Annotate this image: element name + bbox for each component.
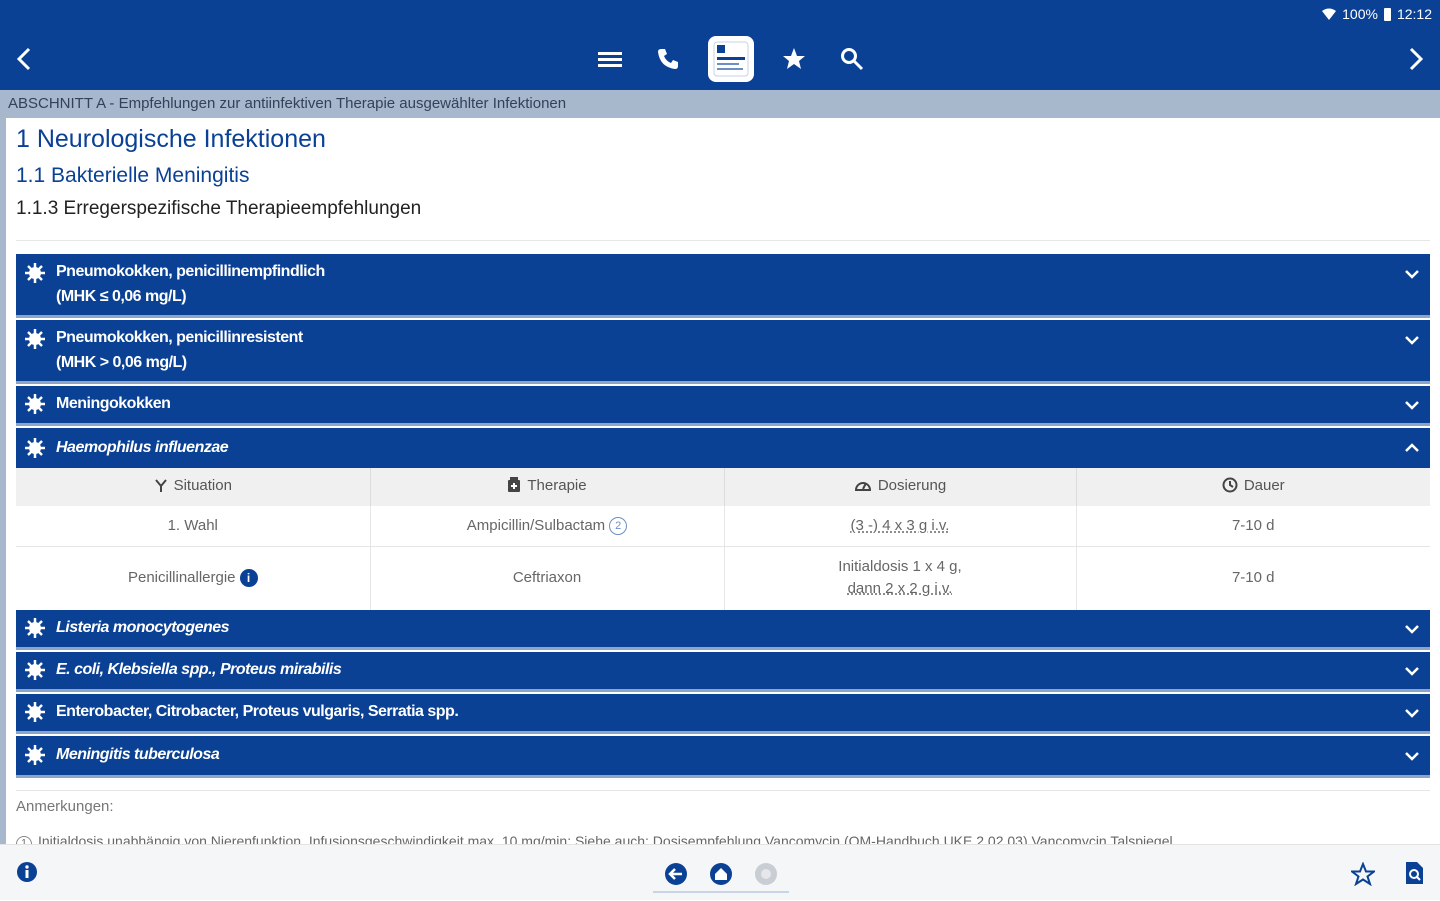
- chevron-down-icon: [1405, 270, 1419, 279]
- accordion-pneumokokken-resistent[interactable]: Pneumokokken, penicillinresistent (MHK >…: [16, 320, 1430, 384]
- app-bar: [0, 28, 1440, 90]
- cell-therapie: Ampicillin/Sulbactam 2: [370, 506, 725, 547]
- medicine-icon: [508, 477, 521, 493]
- clock-icon: [1222, 477, 1238, 493]
- bacteria-icon: [25, 745, 45, 765]
- book-icon[interactable]: [708, 36, 754, 82]
- page-navigator: [653, 845, 789, 901]
- note-number: 1: [16, 835, 32, 844]
- app-bar-actions: [592, 34, 870, 84]
- table-row: Penicillinallergie i Ceftriaxon Initialdo…: [16, 546, 1430, 611]
- accordion-label: Pneumokokken, penicillinempfindlich: [56, 263, 325, 280]
- pager-underline: [653, 891, 789, 893]
- pager-home-icon[interactable]: [709, 862, 733, 886]
- battery-icon: [1383, 7, 1391, 21]
- bacteria-icon: [25, 618, 45, 638]
- pager-prev-icon[interactable]: [664, 862, 688, 886]
- clock: 12:12: [1396, 6, 1432, 22]
- info-icon[interactable]: [16, 861, 38, 883]
- cell-therapie: Ceftriaxon: [370, 546, 725, 611]
- accordion-sublabel: (MHK > 0,06 mg/L): [56, 354, 187, 371]
- accordion-enterobacter[interactable]: Enterobacter, Citrobacter, Proteus vulga…: [16, 694, 1430, 734]
- document-search-icon[interactable]: [1403, 861, 1425, 885]
- cell-dosierung: (3 -) 4 x 3 g i.v.: [724, 506, 1077, 547]
- subchapter-title: 1.1 Bakterielle Meningitis: [16, 164, 250, 187]
- chevron-down-icon: [1405, 625, 1419, 634]
- phone-icon[interactable]: [650, 41, 686, 77]
- accordion-label: Enterobacter, Citrobacter, Proteus vulga…: [56, 703, 459, 720]
- chevron-down-icon: [1405, 709, 1419, 718]
- bacteria-icon: [25, 394, 45, 414]
- back-arrow-icon[interactable]: [10, 44, 40, 74]
- section-title: 1.1.3 Erregerspezifische Therapieempfehl…: [16, 198, 422, 219]
- chevron-down-icon: [1405, 336, 1419, 345]
- forward-arrow-icon[interactable]: [1400, 44, 1430, 74]
- note-text: Initialdosis unabhängig von Nierenfunkti…: [38, 833, 1173, 844]
- accordion-label: Listeria monocytogenes: [56, 619, 230, 636]
- chevron-up-icon: [1405, 443, 1419, 452]
- header-situation: Situation: [16, 468, 371, 506]
- branch-icon: [154, 479, 167, 492]
- search-icon[interactable]: [834, 41, 870, 77]
- chevron-down-icon: [1405, 401, 1419, 410]
- chevron-down-icon: [1405, 667, 1419, 676]
- chevron-down-icon: [1405, 752, 1419, 761]
- bacteria-icon: [25, 660, 45, 680]
- info-icon[interactable]: i: [239, 569, 258, 588]
- section-breadcrumb[interactable]: ABSCHNITT A - Empfehlungen zur antiinfek…: [0, 90, 1440, 118]
- note-item: 1 Initialdosis unabhängig von Nierenfunkt…: [16, 833, 1430, 844]
- reference-badge[interactable]: 2: [609, 516, 628, 535]
- accordion-sublabel: (MHK ≤ 0,06 mg/L): [56, 288, 187, 305]
- left-rail: [0, 118, 6, 844]
- content-area: 1 Neurologische Infektionen 1.1 Bakterie…: [16, 118, 1430, 844]
- cell-situation: Penicillinallergie i: [16, 546, 371, 611]
- header-dauer: Dauer: [1076, 468, 1430, 506]
- bottom-bar: [0, 844, 1440, 900]
- divider: [16, 790, 1430, 791]
- battery-percent: 100%: [1342, 6, 1378, 22]
- accordion-ecoli[interactable]: E. coli, Klebsiella spp., Proteus mirabi…: [16, 652, 1430, 692]
- accordion-label: Haemophilus influenzae: [56, 439, 229, 456]
- bacteria-icon: [25, 702, 45, 722]
- star-icon[interactable]: [776, 41, 812, 77]
- accordion-label: Pneumokokken, penicillinresistent: [56, 329, 303, 346]
- bookmark-star-icon[interactable]: [1351, 862, 1375, 886]
- status-bar: 100% 12:12: [0, 0, 1440, 28]
- table-header-row: Situation Therapie Dosierung Dauer: [16, 468, 1430, 506]
- bacteria-icon: [25, 438, 45, 458]
- accordion-meningokokken[interactable]: Meningokokken: [16, 386, 1430, 426]
- cell-situation: 1. Wahl: [16, 506, 371, 547]
- bacteria-icon: [25, 263, 45, 283]
- divider: [16, 240, 1430, 241]
- accordion-label: E. coli, Klebsiella spp., Proteus mirabi…: [56, 661, 342, 678]
- therapy-table: Situation Therapie Dosierung Dauer 1. Wa…: [16, 468, 1430, 611]
- bacteria-icon: [25, 329, 45, 349]
- list-icon[interactable]: [592, 41, 628, 77]
- accordion-haemophilus[interactable]: Haemophilus influenzae: [16, 428, 1430, 468]
- pager-next-icon[interactable]: [754, 862, 778, 886]
- cell-dosierung: Initialdosis 1 x 4 g, dann 2 x 2 g i.v.: [724, 546, 1077, 611]
- cell-dauer: 7-10 d: [1076, 546, 1430, 611]
- notes-label: Anmerkungen:: [16, 798, 114, 815]
- table-row: 1. Wahl Ampicillin/Sulbactam 2 (3 -) 4 x …: [16, 506, 1430, 547]
- accordion-label: Meningokokken: [56, 395, 171, 412]
- accordion-label: Meningitis tuberculosa: [56, 746, 220, 763]
- gauge-icon: [854, 482, 871, 492]
- wifi-icon: [1322, 8, 1337, 20]
- cell-dauer: 7-10 d: [1076, 506, 1430, 547]
- chapter-title: 1 Neurologische Infektionen: [16, 125, 326, 153]
- header-dosierung: Dosierung: [724, 468, 1077, 506]
- accordion-pneumokokken-empfindlich[interactable]: Pneumokokken, penicillinempfindlich (MHK…: [16, 254, 1430, 318]
- accordion-tuberculosa[interactable]: Meningitis tuberculosa: [16, 736, 1430, 778]
- accordion-listeria[interactable]: Listeria monocytogenes: [16, 610, 1430, 650]
- header-therapie: Therapie: [370, 468, 725, 506]
